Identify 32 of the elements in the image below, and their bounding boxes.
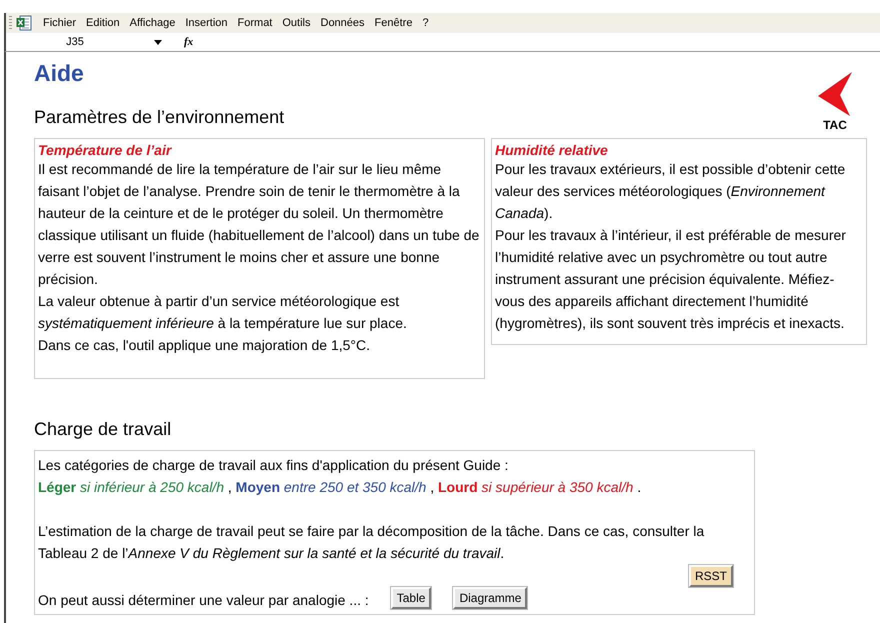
paragraph: L’estimation de la charge de travail peut se faire par la décomposition de la tâche. Dans ce cas, consulter la Tableau 2 de l’Annexe V du Règlement sur la santé et la sécurité du travail. xyxy=(38,522,706,563)
category-line: Léger si inférieur à 250 kcal/h , Moyen entre 250 et 350 kcal/h , Lourd si supérieur à 350 kcal/h . xyxy=(38,478,642,497)
menu-item[interactable]: Format xyxy=(232,16,278,30)
section-heading: Paramètres de l’environnement xyxy=(34,107,284,128)
name-box[interactable]: J35 xyxy=(6,36,144,48)
command-button[interactable]: Table xyxy=(390,587,432,609)
menu-item[interactable]: Affichage xyxy=(124,16,180,30)
page-title: Aide xyxy=(34,60,85,87)
function-button[interactable]: fx xyxy=(184,36,194,48)
command-button[interactable]: RSST xyxy=(688,565,733,587)
menu-item[interactable]: Outils xyxy=(277,16,316,30)
paragraph: Pour les travaux à l’intérieur, il est préférable de mesurer l’humidité relative avec un psychromètre ou tout autre instrument assurant une précision équivalente. Méfiez-vous des appareils affichant directement l’humidité (hygromètres), ils sont souvent très imprécis et inexacts. xyxy=(495,226,847,333)
arrowhead-logo xyxy=(818,72,852,116)
menu-item[interactable]: Données xyxy=(316,16,370,30)
card-title: Humidité relative xyxy=(495,142,609,158)
paragraph: Pour les travaux extérieurs, il est possible d’obtenir cette valeur des services météorologiques (Environnement Canada). xyxy=(495,160,846,223)
menu-item[interactable]: Fenêtre xyxy=(370,16,418,30)
menu-item[interactable]: ? xyxy=(417,16,434,30)
card-title: Température de l’air xyxy=(38,142,173,158)
section-heading: Charge de travail xyxy=(34,419,172,440)
paragraph: La valeur obtenue à partir d’un service météorologique est systématiquement inférieure à la température lue sur place. xyxy=(38,292,408,333)
menu-item[interactable]: Edition xyxy=(81,16,125,30)
paragraph: Dans ce cas, l'outil applique une majoration de 1,5°C. xyxy=(38,336,372,355)
spreadsheet-icon[interactable] xyxy=(16,15,32,31)
paragraph: Il est recommandé de lire la température de l’air sur le lieu même faisant l’objet de l’analyse. Prendre soin de tenir le thermomètre à la hauteur de la ceinture et de le protéger du soleil. Un thermomètre classique utilisant un fluide (habituellement de l’alcool) dans un tube de verre est souvent l’instrument le moins cher et assure une bonne précision. xyxy=(38,160,480,289)
menu-item[interactable]: Fichier xyxy=(38,16,82,30)
menu-item[interactable]: Insertion xyxy=(180,16,233,30)
analogy-label: On peut aussi déterminer une valeur par analogie ... : xyxy=(38,591,369,610)
caret-icon[interactable] xyxy=(154,40,162,44)
logo-text: TAC xyxy=(823,118,847,132)
paragraph: Les catégories de charge de travail aux fins d'application du présent Guide : xyxy=(38,456,510,475)
command-button[interactable]: Diagramme xyxy=(453,587,528,609)
